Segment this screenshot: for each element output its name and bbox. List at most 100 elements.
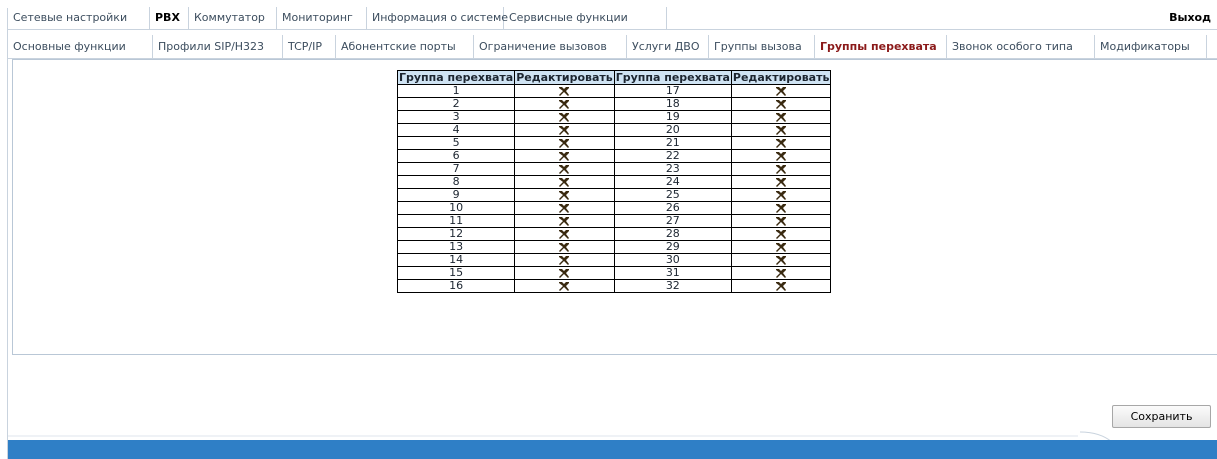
group-number-cell: 19 — [613, 110, 732, 124]
tools-icon[interactable] — [515, 164, 614, 175]
tab-call-groups[interactable]: Группы вызова — [709, 35, 815, 58]
logout-link[interactable]: Выход — [1169, 7, 1211, 29]
edit-cell[interactable] — [730, 201, 832, 215]
edit-cell[interactable] — [730, 253, 832, 267]
tools-icon[interactable] — [515, 99, 614, 110]
tools-icon[interactable] — [515, 268, 614, 279]
tools-icon[interactable] — [732, 203, 831, 214]
table-row: 10 26 — [396, 201, 832, 215]
edit-cell[interactable] — [514, 110, 615, 124]
edit-cell[interactable] — [514, 227, 615, 241]
edit-cell[interactable] — [730, 240, 832, 254]
edit-cell[interactable] — [730, 97, 832, 111]
group-number-cell: 26 — [613, 201, 732, 215]
tools-icon[interactable] — [515, 216, 614, 227]
edit-cell[interactable] — [514, 214, 615, 228]
tools-icon[interactable] — [515, 177, 614, 188]
tools-icon[interactable] — [732, 86, 831, 97]
tools-icon[interactable] — [732, 164, 831, 175]
edit-cell[interactable] — [514, 84, 615, 98]
tools-icon[interactable] — [515, 151, 614, 162]
tools-icon[interactable] — [515, 242, 614, 253]
column-header-group: Группа перехвата — [396, 70, 516, 85]
tab-modifiers[interactable]: Модификаторы — [1095, 35, 1207, 58]
edit-cell[interactable] — [730, 84, 832, 98]
tab-main-functions[interactable]: Основные функции — [8, 35, 153, 58]
tools-icon[interactable] — [732, 229, 831, 240]
tab-tcp-ip[interactable]: TCP/IP — [283, 35, 336, 58]
edit-cell[interactable] — [514, 279, 615, 293]
edit-cell[interactable] — [514, 201, 615, 215]
content-panel: Группа перехвата Редактировать Группа пе… — [12, 59, 1217, 355]
table-header-row: Группа перехвата Редактировать Группа пе… — [396, 70, 832, 85]
tools-icon[interactable] — [732, 255, 831, 266]
edit-cell[interactable] — [514, 253, 615, 267]
edit-cell[interactable] — [730, 136, 832, 150]
group-number-cell: 28 — [613, 227, 732, 241]
table-row: 11 27 — [396, 214, 832, 228]
tools-icon[interactable] — [732, 268, 831, 279]
tab-sip-h323-profiles[interactable]: Профили SIP/H323 — [153, 35, 283, 58]
edit-cell[interactable] — [514, 175, 615, 189]
tools-icon[interactable] — [515, 203, 614, 214]
top-menu-system-info[interactable]: Информация о системе — [367, 7, 508, 29]
save-button[interactable]: Сохранить — [1112, 405, 1211, 428]
top-menu-network[interactable]: Сетевые настройки — [8, 7, 150, 29]
tools-icon[interactable] — [732, 242, 831, 253]
tools-icon[interactable] — [732, 216, 831, 227]
edit-cell[interactable] — [730, 214, 832, 228]
top-menu-switch[interactable]: Коммутатор — [189, 7, 277, 29]
edit-cell[interactable] — [514, 266, 615, 280]
tools-icon[interactable] — [732, 151, 831, 162]
edit-cell[interactable] — [730, 175, 832, 189]
edit-cell[interactable] — [730, 149, 832, 163]
tools-icon[interactable] — [732, 190, 831, 201]
tools-icon[interactable] — [732, 138, 831, 149]
edit-cell[interactable] — [730, 110, 832, 124]
edit-cell[interactable] — [514, 162, 615, 176]
edit-cell[interactable] — [730, 123, 832, 137]
tools-icon[interactable] — [732, 281, 831, 292]
edit-cell[interactable] — [514, 123, 615, 137]
group-number-cell: 27 — [613, 214, 732, 228]
tab-call-restrictions[interactable]: Ограничение вызовов — [474, 35, 627, 58]
edit-cell[interactable] — [514, 240, 615, 254]
tab-subscriber-ports[interactable]: Абонентские порты — [336, 35, 474, 58]
group-number-cell: 18 — [613, 97, 732, 111]
tools-icon[interactable] — [515, 190, 614, 201]
edit-cell[interactable] — [730, 188, 832, 202]
group-number-cell: 5 — [396, 136, 516, 150]
tools-icon[interactable] — [515, 138, 614, 149]
edit-cell[interactable] — [514, 188, 615, 202]
edit-cell[interactable] — [514, 97, 615, 111]
tools-icon[interactable] — [732, 99, 831, 110]
tab-supplementary-services[interactable]: Услуги ДВО — [627, 35, 709, 58]
tab-pickup-groups[interactable]: Группы перехвата — [815, 35, 947, 58]
table-row: 5 21 — [396, 136, 832, 150]
top-menu-monitoring[interactable]: Мониторинг — [277, 7, 367, 29]
tools-icon[interactable] — [515, 125, 614, 136]
tools-icon[interactable] — [732, 112, 831, 123]
tools-icon[interactable] — [732, 125, 831, 136]
group-number-cell: 29 — [613, 240, 732, 254]
group-number-cell: 1 — [396, 84, 516, 98]
edit-cell[interactable] — [514, 136, 615, 150]
tools-icon[interactable] — [515, 112, 614, 123]
edit-cell[interactable] — [730, 227, 832, 241]
table-row: 14 30 — [396, 253, 832, 267]
table-row: 1 17 — [396, 84, 832, 98]
tools-icon[interactable] — [515, 229, 614, 240]
tab-special-call-type[interactable]: Звонок особого типа — [947, 35, 1095, 58]
tools-icon[interactable] — [515, 255, 614, 266]
top-menu-pbx[interactable]: PBX — [150, 7, 189, 29]
edit-cell[interactable] — [514, 149, 615, 163]
edit-cell[interactable] — [730, 266, 832, 280]
tools-icon[interactable] — [515, 281, 614, 292]
group-number-cell: 11 — [396, 214, 516, 228]
table-body: 1 17 2 18 3 19 4 20 5 21 6 22 7 23 8 24 9 25 10 26 11 27 12 28 1… — [396, 84, 832, 293]
tools-icon[interactable] — [732, 177, 831, 188]
top-menu-service-functions[interactable]: Сервисные функции — [504, 7, 667, 29]
edit-cell[interactable] — [730, 279, 832, 293]
tools-icon[interactable] — [515, 86, 614, 97]
edit-cell[interactable] — [730, 162, 832, 176]
